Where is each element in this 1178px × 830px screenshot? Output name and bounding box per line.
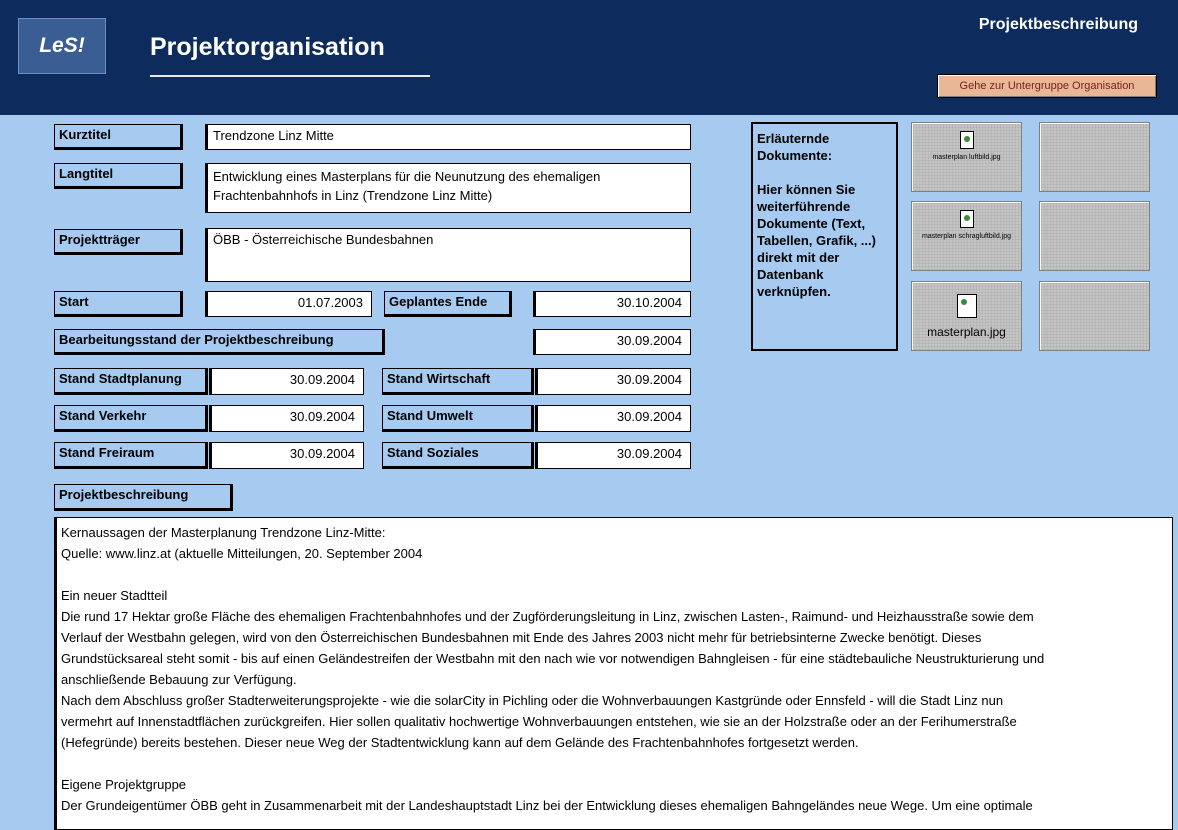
- document-name: masterplan luftbild.jpg: [932, 154, 1001, 161]
- desc-line: Ein neuer Stadtteil: [61, 588, 168, 603]
- image-file-icon: [959, 131, 974, 149]
- info-body-6: Datenbank: [757, 267, 824, 282]
- desc-blank-line: [61, 564, 1168, 585]
- page-title: Projektorganisation: [150, 33, 385, 61]
- stand-soziales-field[interactable]: 30.09.2004: [535, 442, 691, 469]
- stand-freiraum-label: Stand Freiraum: [54, 442, 208, 469]
- desc-line: Grundstücksareal steht somit - bis auf e…: [61, 651, 1045, 666]
- desc-line: anschließende Bebauung zur Verfügung.: [61, 672, 297, 687]
- section-label: Projektbeschreibung: [978, 16, 1138, 33]
- info-body-3: Dokumente (Text,: [757, 216, 866, 231]
- goto-organisation-button[interactable]: Gehe zur Untergruppe Organisation: [937, 74, 1157, 98]
- info-body-1: Hier können Sie: [757, 182, 856, 197]
- stand-wirtschaft-label: Stand Wirtschaft: [382, 368, 534, 395]
- stand-stadtplanung-label: Stand Stadtplanung: [54, 368, 208, 395]
- projekttraeger-label: Projektträger: [54, 229, 183, 255]
- bearbeitungsstand-label: Bearbeitungsstand der Projektbeschreibun…: [54, 329, 385, 355]
- start-field[interactable]: 01.07.2003: [205, 291, 372, 317]
- document-slot-3[interactable]: masterplan.jpg: [911, 281, 1022, 351]
- projekttraeger-field[interactable]: ÖBB - Österreichische Bundesbahnen: [205, 228, 691, 282]
- image-file-icon: [956, 294, 977, 318]
- desc-line: (Hefegründe) bereits bestehen. Dieser ne…: [61, 735, 859, 750]
- document-slot-1[interactable]: masterplan luftbild.jpg: [911, 122, 1022, 192]
- info-body-2: weiterführende: [757, 199, 851, 214]
- desc-line: Quelle: www.linz.at (aktuelle Mitteilung…: [61, 546, 423, 561]
- desc-line: vermehrt auf Innenstadtflächen zurückgre…: [61, 714, 1017, 729]
- info-body-4: Tabellen, Grafik, ...): [757, 233, 876, 248]
- desc-line: Der Grundeigentümer ÖBB geht in Zusammen…: [61, 798, 1033, 813]
- info-body-7: verknüpfen.: [757, 284, 831, 299]
- langtitel-line-2: Frachtenbahnhofs in Linz (Trendzone Linz…: [213, 188, 493, 203]
- stand-umwelt-label: Stand Umwelt: [382, 405, 534, 432]
- info-heading-1: Erläuternde: [757, 131, 830, 146]
- les-logo: LeS!: [18, 18, 106, 74]
- document-slot-empty-3[interactable]: [1039, 281, 1150, 351]
- projektbeschreibung-textarea[interactable]: Kernaussagen der Masterplanung Trendzone…: [54, 517, 1173, 830]
- langtitel-label: Langtitel: [54, 163, 183, 189]
- kurztitel-field[interactable]: Trendzone Linz Mitte: [205, 124, 691, 150]
- projektbeschreibung-label: Projektbeschreibung: [54, 484, 233, 511]
- desc-line: Nach dem Abschluss großer Stadterweiteru…: [61, 693, 1004, 708]
- desc-line: Verlauf der Westbahn gelegen, wird von d…: [61, 630, 982, 645]
- image-file-icon: [959, 210, 974, 228]
- stand-umwelt-field[interactable]: 30.09.2004: [535, 405, 691, 432]
- stand-freiraum-field[interactable]: 30.09.2004: [209, 442, 364, 469]
- stand-soziales-label: Stand Soziales: [382, 442, 534, 469]
- document-slot-2[interactable]: masterplan schragluftbild.jpg: [911, 201, 1022, 271]
- desc-blank-line: [61, 753, 1168, 774]
- header-bar: LeS! Projektorganisation Projektbeschrei…: [0, 0, 1178, 115]
- stand-wirtschaft-field[interactable]: 30.09.2004: [535, 368, 691, 395]
- document-name: masterplan.jpg: [927, 325, 1006, 339]
- title-underline: [150, 75, 430, 77]
- document-slot-empty-2[interactable]: [1039, 201, 1150, 271]
- info-body-5: direkt mit der: [757, 250, 840, 265]
- document-name: masterplan schragluftbild.jpg: [921, 233, 1012, 240]
- langtitel-line-1: Entwicklung eines Masterplans für die Ne…: [213, 169, 601, 184]
- document-slot-empty-1[interactable]: [1039, 122, 1150, 192]
- bearbeitungsstand-field[interactable]: 30.09.2004: [533, 329, 691, 355]
- start-label: Start: [54, 291, 183, 317]
- documents-info-box: Erläuternde Dokumente: Hier können Sie w…: [751, 122, 898, 351]
- desc-line: Eigene Projektgruppe: [61, 777, 187, 792]
- stand-verkehr-label: Stand Verkehr: [54, 405, 208, 432]
- stand-stadtplanung-field[interactable]: 30.09.2004: [209, 368, 364, 395]
- info-heading-2: Dokumente:: [757, 148, 833, 163]
- desc-line: Kernaussagen der Masterplanung Trendzone…: [61, 525, 386, 540]
- langtitel-field[interactable]: Entwicklung eines Masterplans für die Ne…: [205, 163, 691, 213]
- stand-verkehr-field[interactable]: 30.09.2004: [209, 405, 364, 432]
- kurztitel-label: Kurztitel: [54, 124, 183, 150]
- desc-line: Die rund 17 Hektar große Fläche des ehem…: [61, 609, 1034, 624]
- geplantes-ende-label: Geplantes Ende: [384, 291, 512, 317]
- geplantes-ende-field[interactable]: 30.10.2004: [533, 291, 691, 317]
